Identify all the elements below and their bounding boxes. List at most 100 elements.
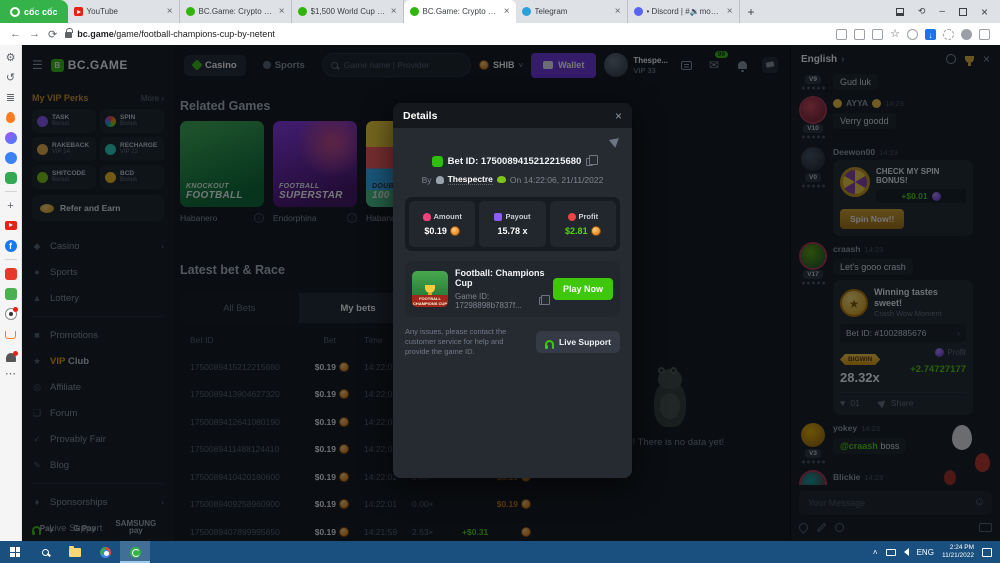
add-shortcut-icon[interactable]: + <box>4 199 17 212</box>
secure-lock-icon <box>65 28 74 38</box>
bookmark-star-icon[interactable]: ☆ <box>890 28 900 40</box>
share-page-icon[interactable] <box>872 28 884 40</box>
close-tab-icon[interactable]: × <box>727 6 733 17</box>
taskbar-clock[interactable]: 2:24 PM 11/21/2022 <box>942 544 974 560</box>
taskbar-search-button[interactable] <box>30 541 60 563</box>
maximize-window-icon[interactable] <box>958 7 967 16</box>
notifications-bell-icon[interactable] <box>5 351 18 362</box>
download-active-icon[interactable]: ↓ <box>925 28 936 40</box>
bcgame-favicon-icon <box>185 7 195 16</box>
hot-news-icon[interactable] <box>6 112 15 123</box>
messenger-icon[interactable] <box>4 131 17 144</box>
copy-icon[interactable] <box>586 155 598 166</box>
translate-icon[interactable] <box>854 28 866 40</box>
game-thumbnail: FOOTBALL CHAMPIONS CUP <box>412 271 448 307</box>
language-indicator[interactable]: ENG <box>917 548 934 557</box>
shib-coin-icon <box>590 226 601 236</box>
hidden-icons-chevron[interactable]: ˄ <box>873 548 878 557</box>
close-window-icon[interactable]: × <box>981 5 988 19</box>
settings-icon[interactable]: ⚙ <box>4 51 17 64</box>
back-icon[interactable]: ← <box>10 28 21 40</box>
headset-icon <box>545 340 555 349</box>
browser-tab-youtube[interactable]: YouTube × <box>68 0 180 23</box>
sports-news-shortcut-icon[interactable] <box>4 306 18 320</box>
close-tab-icon[interactable]: × <box>167 6 173 17</box>
browser-tab-worldcup-slot[interactable]: $1,500 World Cup Slot Chall × <box>292 0 404 23</box>
game-id-value: Game ID: 17298898b7837f... <box>455 292 522 310</box>
telegram-favicon-icon <box>521 7 531 16</box>
start-button[interactable] <box>0 541 30 563</box>
games-icon[interactable] <box>4 171 17 184</box>
bet-details-modal: Details × Bet ID: 1750089415212215680 By… <box>393 103 632 478</box>
url-field[interactable]: bc.game/game/football-champions-cup-by-n… <box>65 28 828 39</box>
cart-shortcut-icon[interactable] <box>5 331 16 339</box>
stat-payout: Payout 15.78 x <box>479 201 546 247</box>
close-tab-icon[interactable]: × <box>504 6 510 17</box>
trophy-icon <box>425 285 435 295</box>
chat-app-icon[interactable] <box>4 151 17 164</box>
network-icon[interactable] <box>885 548 896 556</box>
reading-list-icon[interactable]: ≣ <box>4 91 17 104</box>
promo-shortcut-icon[interactable] <box>4 267 17 280</box>
browser-address-bar: ← → ⟳ bc.game/game/football-champions-cu… <box>0 23 1000 45</box>
reading-mode-icon[interactable] <box>895 7 904 16</box>
windows-logo-icon <box>10 547 20 557</box>
bcgame-favicon-icon <box>409 7 419 16</box>
shib-coin-icon <box>449 226 460 236</box>
new-tab-button[interactable]: + <box>748 5 755 19</box>
verified-shield-icon <box>431 156 443 167</box>
shop-shortcut-icon[interactable] <box>4 287 17 300</box>
browser-brand: cốc cốc <box>24 6 58 17</box>
search-icon <box>41 548 49 556</box>
payout-wallet-icon <box>494 212 503 221</box>
taskbar-coccoc-button[interactable] <box>120 541 150 563</box>
profit-icon <box>567 212 576 221</box>
adblock-shield-icon[interactable] <box>907 28 918 40</box>
youtube-shortcut-icon[interactable] <box>4 221 17 230</box>
action-center-icon[interactable] <box>982 547 992 557</box>
chrome-icon <box>99 546 111 558</box>
volume-icon[interactable] <box>903 548 909 556</box>
modal-title: Details <box>403 109 438 122</box>
save-to-collection-icon[interactable] <box>836 28 848 40</box>
forward-icon[interactable]: → <box>29 28 40 40</box>
copy-icon[interactable] <box>538 294 551 305</box>
close-tab-icon[interactable]: × <box>615 6 621 17</box>
browser-tab-bar: cốc cốc YouTube × BC.Game: Crypto Casino… <box>0 0 1000 23</box>
coccoc-side-bar: ⚙ ↺ ≣ + f ⋯ <box>0 45 22 541</box>
browser-tab-telegram[interactable]: Telegram × <box>516 0 628 23</box>
browser-tab-bcgame-active[interactable]: BC.Game: Crypto Casino Gar × <box>403 0 516 23</box>
game-title: Football: Champions Cup <box>455 268 545 288</box>
close-tab-icon[interactable]: × <box>279 6 285 17</box>
browser-tab-discord[interactable]: • Discord | #🔉mod-announc × <box>628 0 740 23</box>
player-icon <box>435 175 444 184</box>
close-modal-icon[interactable]: × <box>615 109 622 123</box>
minimize-window-icon[interactable]: – <box>939 6 945 17</box>
game-info-card: FOOTBALL CHAMPIONS CUP Football: Champion… <box>405 261 620 317</box>
coccoc-menu-button[interactable]: cốc cốc <box>0 0 68 23</box>
stat-amount: Amount $0.19 <box>409 201 476 247</box>
taskbar-explorer-button[interactable] <box>60 541 90 563</box>
more-options-icon[interactable]: ⋯ <box>4 367 17 380</box>
frog-badge-icon <box>496 176 506 183</box>
player-name-link[interactable]: Thespectre <box>447 174 493 185</box>
tab-restore-icon[interactable]: ⟲ <box>918 6 926 17</box>
downloads-tray-icon[interactable] <box>979 28 990 40</box>
bcgame-favicon-icon <box>297 7 307 16</box>
live-support-button[interactable]: Live Support <box>536 331 620 353</box>
share-bet-icon[interactable] <box>608 134 623 148</box>
history-icon[interactable]: ↺ <box>4 71 17 84</box>
browser-tab-bcgame-1[interactable]: BC.Game: Crypto Casino Gar × <box>180 0 292 23</box>
facebook-shortcut-icon[interactable]: f <box>4 239 17 252</box>
profile-icon[interactable] <box>961 28 972 40</box>
coccoc-icon <box>129 546 141 558</box>
youtube-favicon-icon <box>73 7 83 16</box>
extension-icon[interactable] <box>943 28 954 40</box>
bcgame-page: ☰ B BC.GAME My VIP Perks More › TASKBonu… <box>22 45 1000 541</box>
reload-icon[interactable]: ⟳ <box>48 28 57 41</box>
taskbar-chrome-button[interactable] <box>90 541 120 563</box>
close-tab-icon[interactable]: × <box>391 6 397 17</box>
bet-datetime: On 14:22:06, 21/11/2022 <box>509 174 604 185</box>
support-note: Any issues, please contact the customer … <box>405 327 507 356</box>
play-now-button[interactable]: Play Now <box>552 278 613 300</box>
